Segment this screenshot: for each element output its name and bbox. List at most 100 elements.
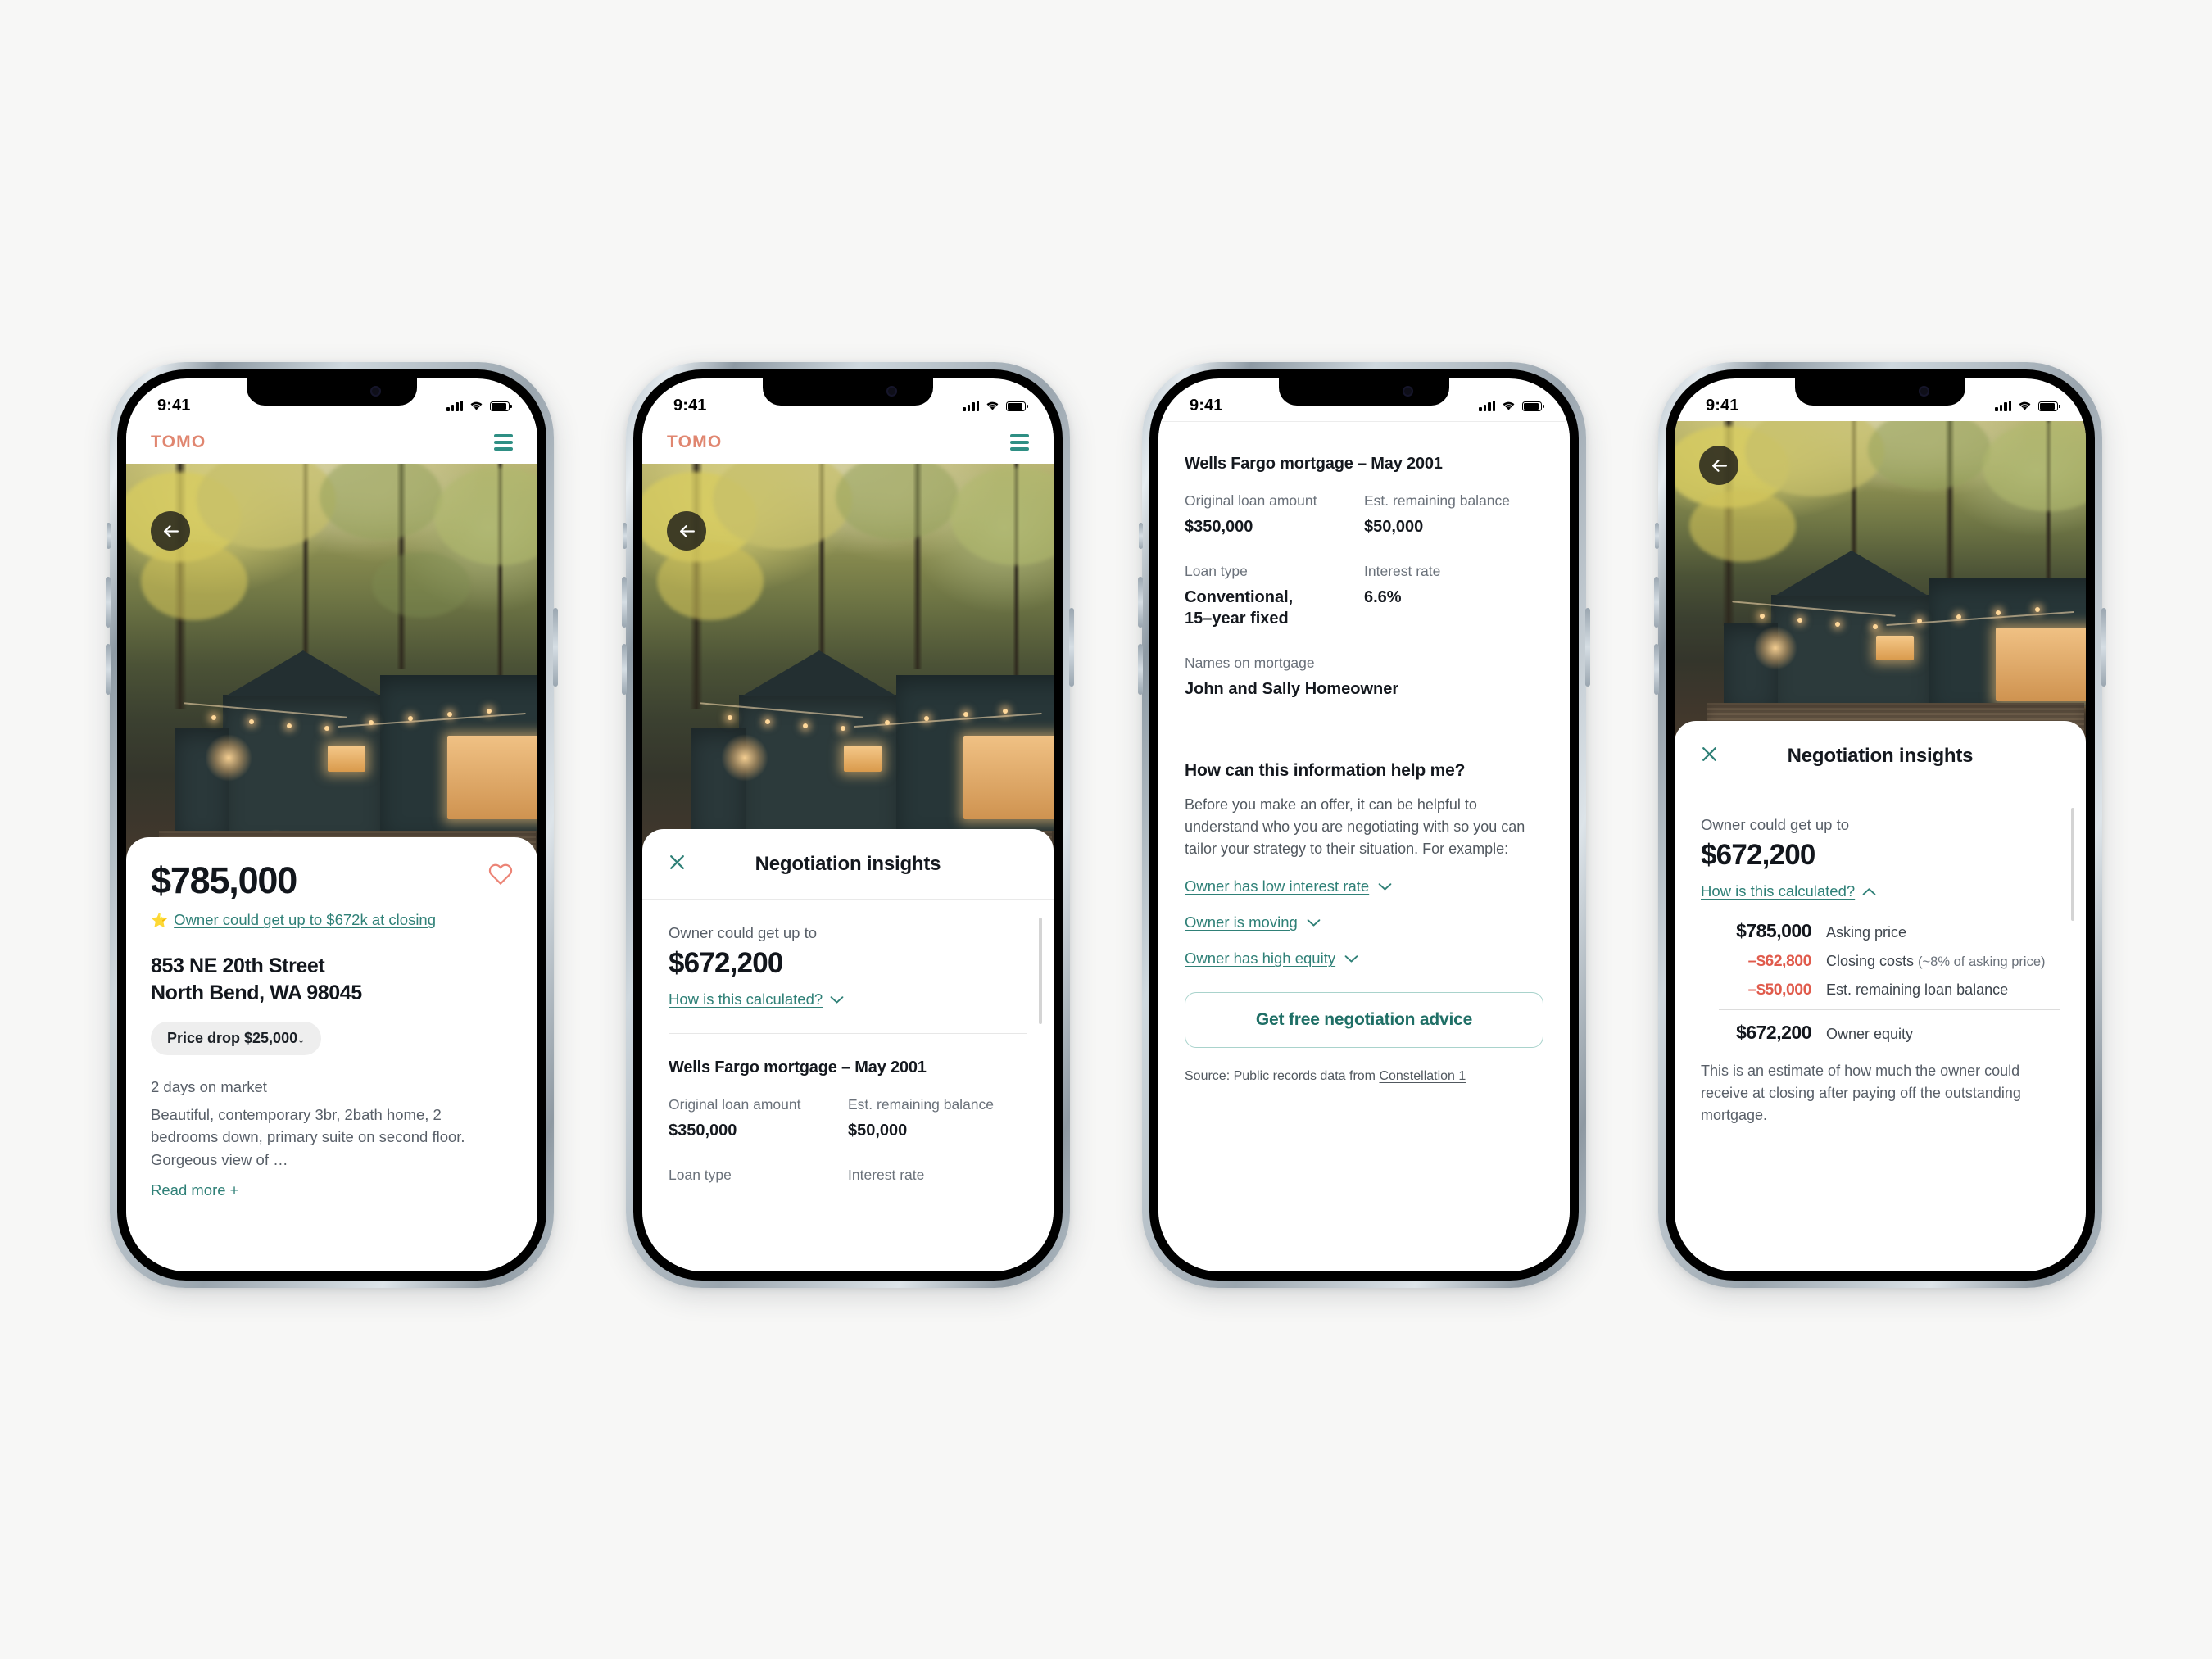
accordion-low-interest-rate[interactable]: Owner has low interest rate [1185,877,1543,895]
power-button[interactable] [553,608,558,687]
owner-equity-link-label: Owner could get up to $672k at closing [174,911,437,928]
mortgage-row-2: Loan type Conventional, 15–year fixed In… [1185,562,1543,629]
volume-up-button[interactable] [622,577,627,628]
volume-down-button[interactable] [1654,644,1659,695]
silent-switch[interactable] [1139,523,1143,549]
helper-body: Before you make an offer, it can be help… [1185,796,1525,857]
mortgage-row-1: Original loan amount $350,000 Est. remai… [669,1095,1027,1141]
status-time: 9:41 [1190,396,1223,415]
phone-1-listing: 9:41 TOMO $785,000 ⭐ Owner could get up … [106,362,558,1288]
mortgage-field-names: Names on mortgage John and Sally Homeown… [1185,654,1543,700]
accordion-owner-is-moving[interactable]: Owner is moving [1185,913,1543,931]
phone-3-screen: 9:41 Wells Fargo mortgage – May 2001 Ori… [1158,378,1570,1271]
silent-switch[interactable] [1655,523,1659,549]
field-value: John and Sally Homeowner [1185,680,1399,699]
sheet-header: Negotiation insights [1675,721,2086,791]
hamburger-menu-icon[interactable] [494,434,513,451]
read-more-link[interactable]: Read more + [151,1181,513,1199]
hamburger-menu-icon[interactable] [1010,434,1029,451]
mortgage-row-2: Loan type Interest rate [669,1166,1027,1185]
field-value: $350,000 [669,1121,737,1140]
front-camera-icon [370,386,381,397]
listing-card: $785,000 ⭐ Owner could get up to $672k a… [126,837,537,1271]
how-calculated-link[interactable]: How is this calculated? [669,990,844,1009]
mortgage-field-remaining-balance: Est. remaining balance $50,000 [1364,492,1543,537]
tomo-logo[interactable]: TOMO [667,433,722,452]
back-arrow-icon[interactable] [1699,446,1738,485]
app-header: TOMO [126,421,537,464]
front-camera-icon [1919,386,1929,397]
negotiation-insights-sheet-expanded: Negotiation insights Owner could get up … [1675,721,2086,1271]
listing-description: Beautiful, contemporary 3br, 2bath home,… [151,1106,465,1168]
volume-up-button[interactable] [1654,577,1659,628]
power-button[interactable] [2101,608,2106,687]
close-x-icon[interactable] [1699,744,1720,768]
breakdown-total-label: Owner equity [1826,1026,1914,1042]
volume-down-button[interactable] [106,644,111,695]
close-x-icon[interactable] [667,852,687,877]
volume-down-button[interactable] [622,644,627,695]
silent-switch[interactable] [107,523,111,549]
sheet-scrollbar[interactable] [2071,808,2074,921]
how-calculated-label: How is this calculated? [669,990,823,1008]
sheet-scrollbar[interactable] [1039,918,1042,1024]
field-label: Loan type [1185,563,1248,580]
constellation-link[interactable]: Constellation 1 [1379,1069,1466,1083]
days-on-market: 2 days on market [151,1078,267,1095]
sheet-body[interactable]: Owner could get up to $672,200 How is th… [642,900,1054,1185]
volume-up-button[interactable] [106,577,111,628]
field-value: Conventional, 15–year fixed [1185,587,1294,628]
cellular-bars-icon [963,401,979,411]
power-button[interactable] [1069,608,1074,687]
sheet-body[interactable]: Owner could get up to $672,200 How is th… [1675,791,2086,1126]
chevron-down-icon [1378,883,1392,891]
insights-amount: $672,200 [669,947,783,979]
power-button[interactable] [1585,608,1590,687]
notch [763,378,933,406]
breakdown-row-closing-costs: –$62,800 Closing costs (~8% of asking pr… [1701,952,2060,971]
cellular-bars-icon [1995,401,2011,411]
mortgage-row-1: Original loan amount $350,000 Est. remai… [1185,492,1543,537]
get-negotiation-advice-button[interactable]: Get free negotiation advice [1185,992,1543,1049]
wifi-icon [470,401,483,410]
status-time: 9:41 [157,396,191,415]
property-address: 853 NE 20th Street North Bend, WA 98045 [151,953,513,1006]
volume-up-button[interactable] [1138,577,1143,628]
phone-4-insights-expanded: 9:41 Negotiation insights Owner could ge… [1654,362,2106,1288]
address-line-2: North Bend, WA 98045 [151,981,362,1004]
field-value: $350,000 [1185,517,1253,536]
phone-bezel: 9:41 Negotiation insights Owner could ge… [1666,369,2095,1281]
breakdown-row-owner-equity: $672,200 Owner equity [1701,1022,2060,1044]
owner-equity-link[interactable]: ⭐ Owner could get up to $672k at closing [151,911,513,929]
mortgage-field-original-loan: Original loan amount $350,000 [1185,492,1364,537]
breakdown-amount: –$62,800 [1747,952,1812,970]
mortgage-field-interest-rate: Interest rate 6.6% [1364,562,1543,629]
breakdown-amount: $785,000 [1736,920,1811,941]
silent-switch[interactable] [623,523,627,549]
price-drop-badge: Price drop $25,000↓ [151,1022,322,1055]
mortgage-field-loan-type: Loan type [669,1166,848,1185]
insights-scrolled-content[interactable]: Wells Fargo mortgage – May 2001 Original… [1158,421,1570,1271]
chevron-down-icon [1344,955,1358,963]
field-value: $50,000 [848,1121,908,1140]
field-label: Original loan amount [669,1096,801,1113]
wifi-icon [986,401,999,410]
helper-heading: How can this information help me? [1185,761,1466,781]
back-arrow-icon[interactable] [667,511,706,551]
back-arrow-icon[interactable] [151,511,190,551]
wifi-icon [2019,401,2031,410]
address-line-1: 853 NE 20th Street [151,954,325,977]
how-calculated-link[interactable]: How is this calculated? [1701,882,1876,900]
cellular-bars-icon [1479,401,1495,411]
phone-bezel: 9:41 TOMO [633,369,1063,1281]
status-time: 9:41 [673,396,707,415]
breakdown-amount: –$50,000 [1747,981,1812,999]
accordion-high-equity[interactable]: Owner has high equity [1185,950,1543,968]
tomo-logo[interactable]: TOMO [151,433,206,452]
chevron-down-icon [830,995,844,1004]
how-calculated-label: How is this calculated? [1701,882,1856,900]
phone-2-insights-collapsed: 9:41 TOMO Negotiation insights Owner cou… [622,362,1074,1288]
heart-icon[interactable] [488,862,513,891]
volume-down-button[interactable] [1138,644,1143,695]
phone-1-screen: 9:41 TOMO $785,000 ⭐ Owner could get up … [126,378,537,1271]
